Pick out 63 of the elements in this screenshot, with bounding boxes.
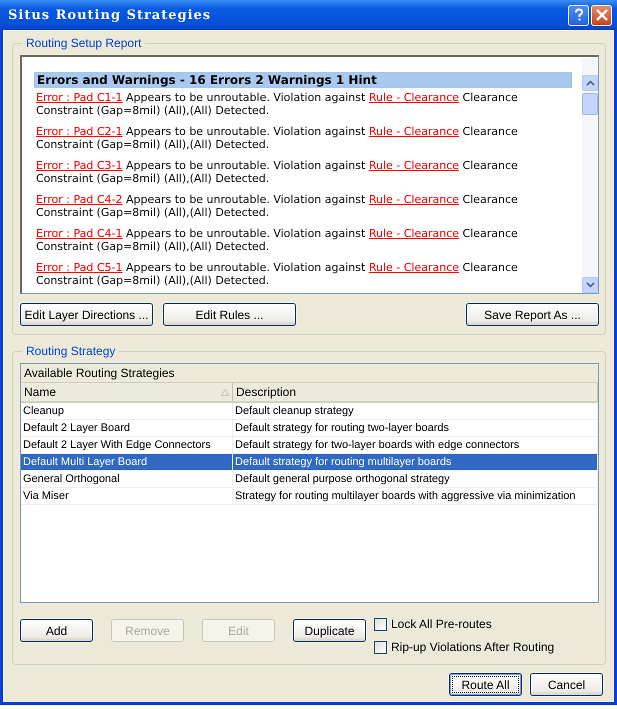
checkbox-label: Lock All Pre-routes bbox=[391, 617, 492, 631]
table-row[interactable]: Cleanup Default cleanup strategy bbox=[21, 403, 598, 420]
error-message: Error : Pad C1-1 Appears to be unroutable. Violation against Rule - Clearance Clearance Constraint (Gap=8mil) (All),(All) Detected. bbox=[36, 91, 519, 117]
rule-link[interactable]: Rule - Clearance bbox=[368, 193, 460, 206]
table-row[interactable]: Default Multi Layer Board Default strategy for routing multilayer boards bbox=[21, 454, 598, 471]
close-button[interactable] bbox=[591, 4, 612, 26]
dialog-button[interactable]: Route All bbox=[449, 673, 522, 696]
rule-link[interactable]: Rule - Clearance bbox=[368, 91, 460, 104]
table-row[interactable]: General Orthogonal Default general purpose orthogonal strategy bbox=[21, 471, 598, 488]
pad-link[interactable]: Error : Pad C4-2 bbox=[36, 193, 123, 206]
dialog-button[interactable]: Cancel bbox=[530, 673, 603, 696]
help-button[interactable] bbox=[568, 4, 589, 26]
checkbox-label: Rip-up Violations After Routing bbox=[391, 640, 554, 654]
window-title: Situs Routing Strategies bbox=[8, 8, 212, 22]
table-cell: Default 2 Layer Board bbox=[21, 420, 233, 436]
scroll-up-button[interactable] bbox=[582, 75, 598, 91]
error-message: Error : Pad C3-1 Appears to be unroutable. Violation against Rule - Clearance Clearance Constraint (Gap=8mil) (All),(All) Detected. bbox=[36, 159, 519, 185]
scroll-down-button[interactable] bbox=[582, 277, 598, 293]
rule-link[interactable]: Rule - Clearance bbox=[368, 125, 460, 138]
report-button[interactable]: Save Report As ... bbox=[466, 303, 599, 326]
report-button[interactable]: Edit Rules ... bbox=[163, 303, 296, 326]
column-header[interactable]: Description bbox=[233, 383, 598, 401]
table-cell: Default strategy for two-layer boards with edge connectors bbox=[233, 437, 598, 453]
checkbox[interactable] bbox=[374, 640, 387, 654]
group-title: Routing Setup Report bbox=[25, 36, 142, 50]
table-row[interactable]: Via Miser Strategy for routing multilayer boards with aggressive via minimization bbox=[21, 488, 598, 505]
pad-link[interactable]: Error : Pad C3-1 bbox=[36, 159, 123, 172]
report-heading: Errors and Warnings - 16 Errors 2 Warnings 1 Hint bbox=[34, 72, 572, 88]
rule-link[interactable]: Rule - Clearance bbox=[368, 261, 460, 274]
pad-link[interactable]: Error : Pad C4-1 bbox=[36, 227, 123, 240]
chevron-down-icon bbox=[586, 282, 594, 288]
chevron-up-icon bbox=[586, 80, 594, 86]
rule-link[interactable]: Rule - Clearance bbox=[368, 227, 460, 240]
report-button[interactable]: Edit Layer Directions ... bbox=[20, 303, 153, 326]
table-cell: Strategy for routing multilayer boards with aggressive via minimization bbox=[233, 488, 598, 504]
table-cell: Default strategy for routing multilayer boards bbox=[233, 454, 598, 470]
table-cell: Cleanup bbox=[21, 403, 233, 419]
scroll-thumb[interactable] bbox=[582, 93, 598, 115]
pad-link[interactable]: Error : Pad C1-1 bbox=[36, 91, 123, 104]
error-message: Error : Pad C5-1 Appears to be unroutable. Violation against Rule - Clearance Clearance Constraint (Gap=8mil) (All),(All) Detected. bbox=[36, 261, 519, 287]
close-icon bbox=[596, 9, 608, 21]
error-message: Error : Pad C4-2 Appears to be unroutable. Violation against Rule - Clearance Clearance Constraint (Gap=8mil) (All),(All) Detected. bbox=[36, 193, 519, 219]
column-header[interactable]: Name bbox=[21, 383, 233, 401]
table-cell: Default Multi Layer Board bbox=[21, 454, 233, 470]
checkbox[interactable] bbox=[374, 618, 387, 630]
table-cell: Via Miser bbox=[21, 488, 233, 504]
sort-icon bbox=[221, 388, 229, 396]
pad-link[interactable]: Error : Pad C5-1 bbox=[36, 261, 123, 274]
table-title: Available Routing Strategies bbox=[21, 364, 598, 383]
table-cell: Default general purpose orthogonal strategy bbox=[233, 471, 598, 487]
table-cell: Default 2 Layer With Edge Connectors bbox=[21, 437, 233, 453]
error-message: Error : Pad C4-1 Appears to be unroutable. Violation against Rule - Clearance Clearance Constraint (Gap=8mil) (All),(All) Detected. bbox=[36, 227, 519, 253]
scrollbar[interactable] bbox=[582, 57, 598, 293]
rule-link[interactable]: Rule - Clearance bbox=[368, 159, 460, 172]
table-row[interactable]: Default 2 Layer Board Default strategy for routing two-layer boards bbox=[21, 420, 598, 437]
strategy-button[interactable]: Add bbox=[20, 619, 93, 642]
strategy-button[interactable]: Duplicate bbox=[293, 619, 366, 642]
group-title: Routing Strategy bbox=[25, 344, 116, 358]
table-cell: General Orthogonal bbox=[21, 471, 233, 487]
table-cell: Default strategy for routing two-layer boards bbox=[233, 420, 598, 436]
error-message: Error : Pad C2-1 Appears to be unroutable. Violation against Rule - Clearance Clearance Constraint (Gap=8mil) (All),(All) Detected. bbox=[36, 125, 519, 151]
table-cell: Default cleanup strategy bbox=[233, 403, 598, 419]
pad-link[interactable]: Error : Pad C2-1 bbox=[36, 125, 123, 138]
